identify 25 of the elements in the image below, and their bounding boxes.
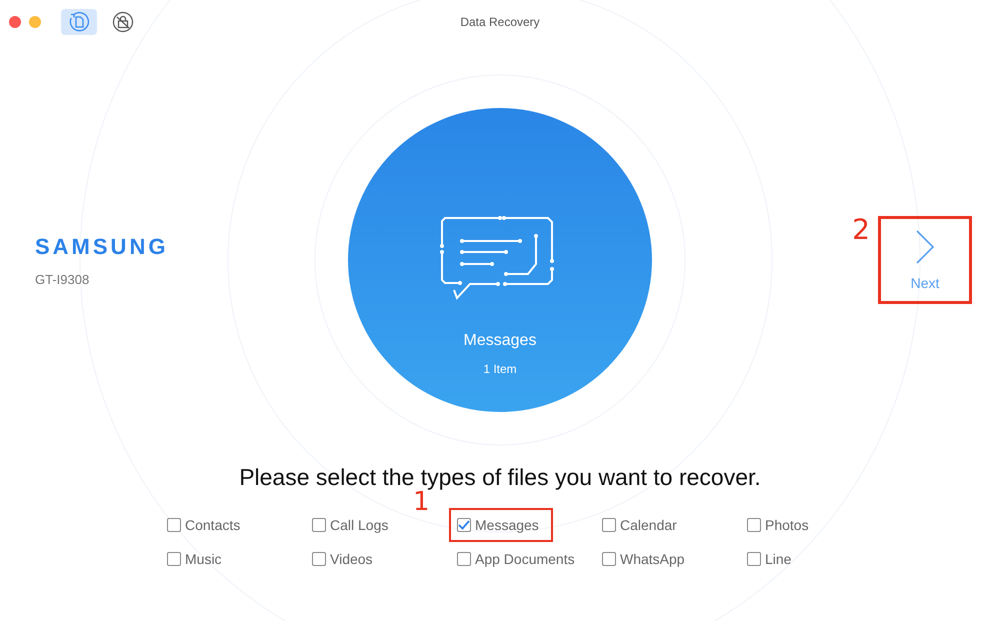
window-title: Data Recovery [460,15,540,29]
file-type-checkbox[interactable]: Line [739,545,806,573]
brand-logo: SAMSUNG [35,234,168,260]
file-type-checkbox[interactable]: WhatsApp [594,545,699,573]
file-type-checkbox[interactable]: Contacts [159,511,254,539]
annotation-number: 2 [852,216,870,244]
file-type-checkbox[interactable]: Call Logs [304,511,402,539]
minimize-button[interactable] [29,16,41,28]
lock-icon [112,11,134,33]
close-button[interactable] [9,16,21,28]
device-model: GT-I9308 [35,272,90,286]
preview-title: Messages [464,332,536,350]
checkmark-icon [458,520,470,530]
item-count: 1 Item [483,362,517,376]
chevron-right-icon [914,229,936,265]
file-type-checkbox[interactable]: Music [159,545,236,573]
instruction-text: Please select the types of files you want to recover. [238,464,762,491]
file-type-checkbox[interactable]: Videos [304,545,387,573]
annotation-number: 1 [413,489,430,515]
file-type-checkbox[interactable]: Messages [449,508,553,542]
document-recovery-button[interactable] [61,9,97,35]
file-type-checkbox[interactable]: Photos [739,511,823,539]
document-recovery-icon [68,11,90,33]
file-type-checkbox[interactable]: Calendar [594,511,691,539]
file-type-checkbox[interactable]: App Documents [449,545,589,573]
